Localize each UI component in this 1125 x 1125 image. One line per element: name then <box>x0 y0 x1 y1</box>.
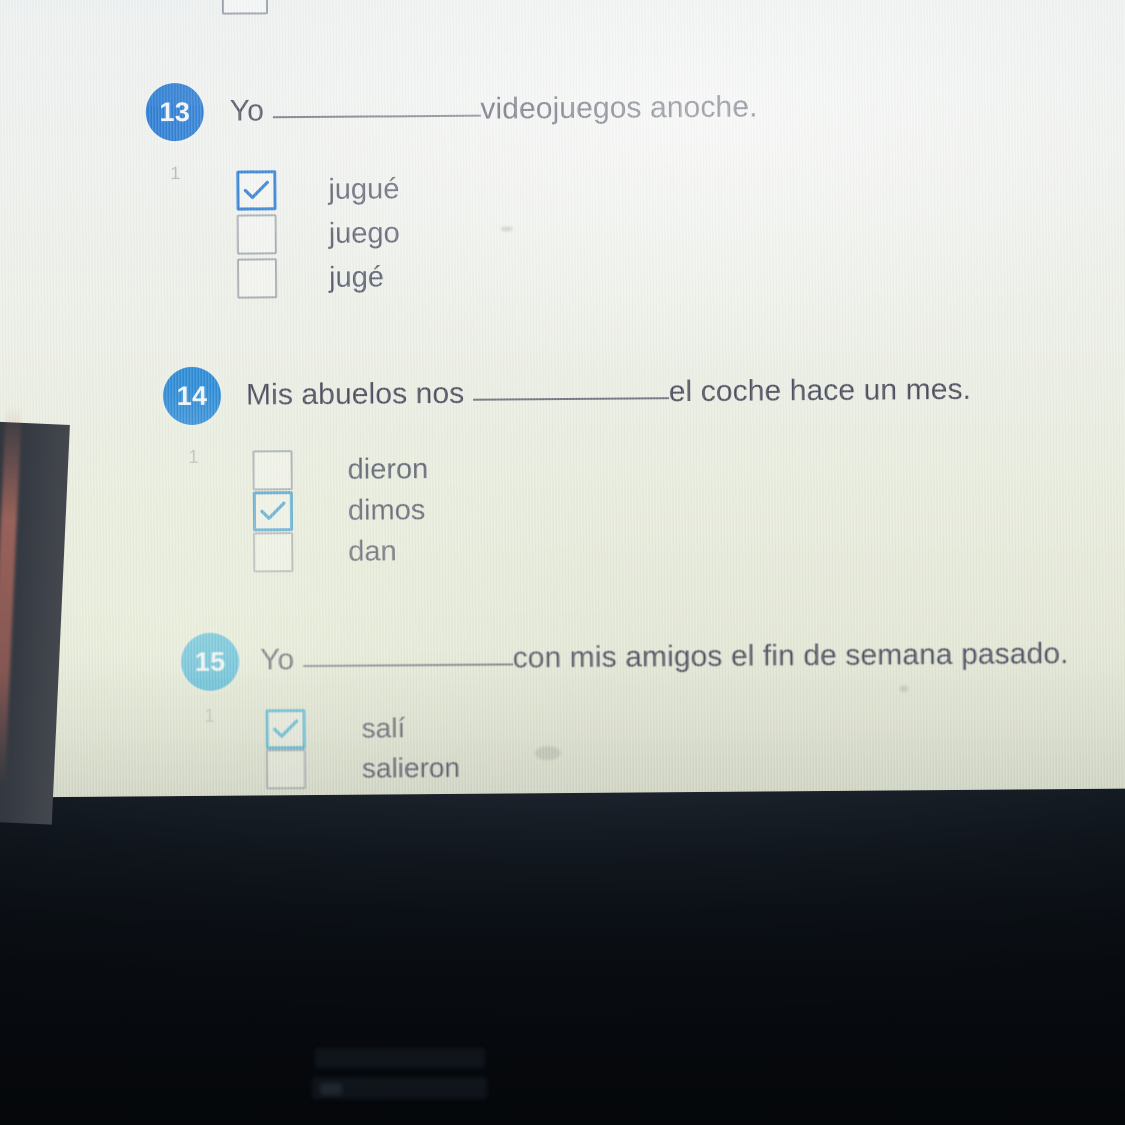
answer-option[interactable]: salí <box>265 708 406 750</box>
photo-of-laptop-screen: 13 1 Yo videojuegos anoche. jugué juego jugé 1… <box>0 0 1125 1125</box>
question-number-badge: 15 <box>180 632 240 692</box>
question-points: 1 <box>188 446 199 467</box>
answer-option[interactable]: salieron <box>265 748 461 790</box>
sentence-text-before-blank: Yo <box>229 94 265 128</box>
answer-option[interactable]: juego <box>236 213 400 255</box>
answer-option[interactable]: dieron <box>252 449 429 491</box>
checkbox-partial-above[interactable] <box>221 0 269 15</box>
sentence-text-after-blank: el coche hace un mes. <box>668 372 972 409</box>
answer-option[interactable]: jugué <box>236 169 400 211</box>
answer-option-label: jugué <box>328 172 400 206</box>
question-14: 14 1 Mis abuelos nos el coche hace un mes.… <box>0 0 1122 573</box>
checkbox-unchecked[interactable] <box>265 749 307 790</box>
laptop-body-shadow <box>0 770 1125 1125</box>
answer-option-label: salieron <box>361 751 461 784</box>
answer-blank <box>302 663 513 668</box>
screen-smudge <box>899 685 909 693</box>
answer-option-label: dieron <box>347 452 429 486</box>
question-15: 15 1 Yo con mis amigos el fin de semana pa… <box>0 0 1122 790</box>
answer-option-label: salí <box>361 712 406 744</box>
question-number-badge: 13 <box>145 82 205 142</box>
deck-reflection <box>320 1083 342 1095</box>
question-sentence: Mis abuelos nos el coche hace un mes. <box>246 373 971 413</box>
question-points: 1 <box>204 705 215 726</box>
answer-option[interactable]: dimos <box>252 490 426 532</box>
checkbox-checked[interactable] <box>236 170 277 211</box>
sentence-text-before-blank: Yo <box>259 643 295 677</box>
answer-option-label: jugé <box>328 260 385 294</box>
question-number-badge: 14 <box>162 366 222 426</box>
checkbox-checked[interactable] <box>265 709 306 750</box>
laptop-screen: 13 1 Yo videojuegos anoche. jugué juego jugé 1… <box>0 0 1125 798</box>
answer-option-label: dan <box>348 534 397 568</box>
answer-option[interactable]: jugé <box>236 257 385 299</box>
answer-option-label: juego <box>328 216 400 250</box>
answer-option[interactable]: dan <box>253 531 397 573</box>
checkbox-unchecked[interactable] <box>253 532 294 573</box>
sentence-text-before-blank: Mis abuelos nos <box>245 376 465 412</box>
question-points: 1 <box>170 163 181 184</box>
checkbox-unchecked[interactable] <box>236 214 277 255</box>
answer-option-label: dimos <box>347 493 426 527</box>
sentence-text-after-blank: con mis amigos el fin de semana pasado. <box>512 637 1069 675</box>
deck-reflection <box>315 1048 485 1068</box>
answer-blank <box>272 114 481 119</box>
quiz-page: 13 1 Yo videojuegos anoche. jugué juego jugé 1… <box>0 0 1125 790</box>
checkbox-unchecked[interactable] <box>236 258 278 299</box>
sentence-text-after-blank: videojuegos anoche. <box>480 90 758 126</box>
check-icon <box>260 501 286 520</box>
check-icon <box>243 180 269 200</box>
question-sentence: Yo con mis amigos el fin de semana pasad… <box>260 637 1069 677</box>
check-icon <box>273 719 299 738</box>
question-13: 13 1 Yo videojuegos anoche. jugué juego jugé <box>0 0 1122 299</box>
answer-blank <box>472 397 669 401</box>
checkbox-unchecked[interactable] <box>252 450 293 491</box>
checkbox-checked[interactable] <box>252 491 294 532</box>
question-sentence: Yo videojuegos anoche. <box>230 90 758 128</box>
